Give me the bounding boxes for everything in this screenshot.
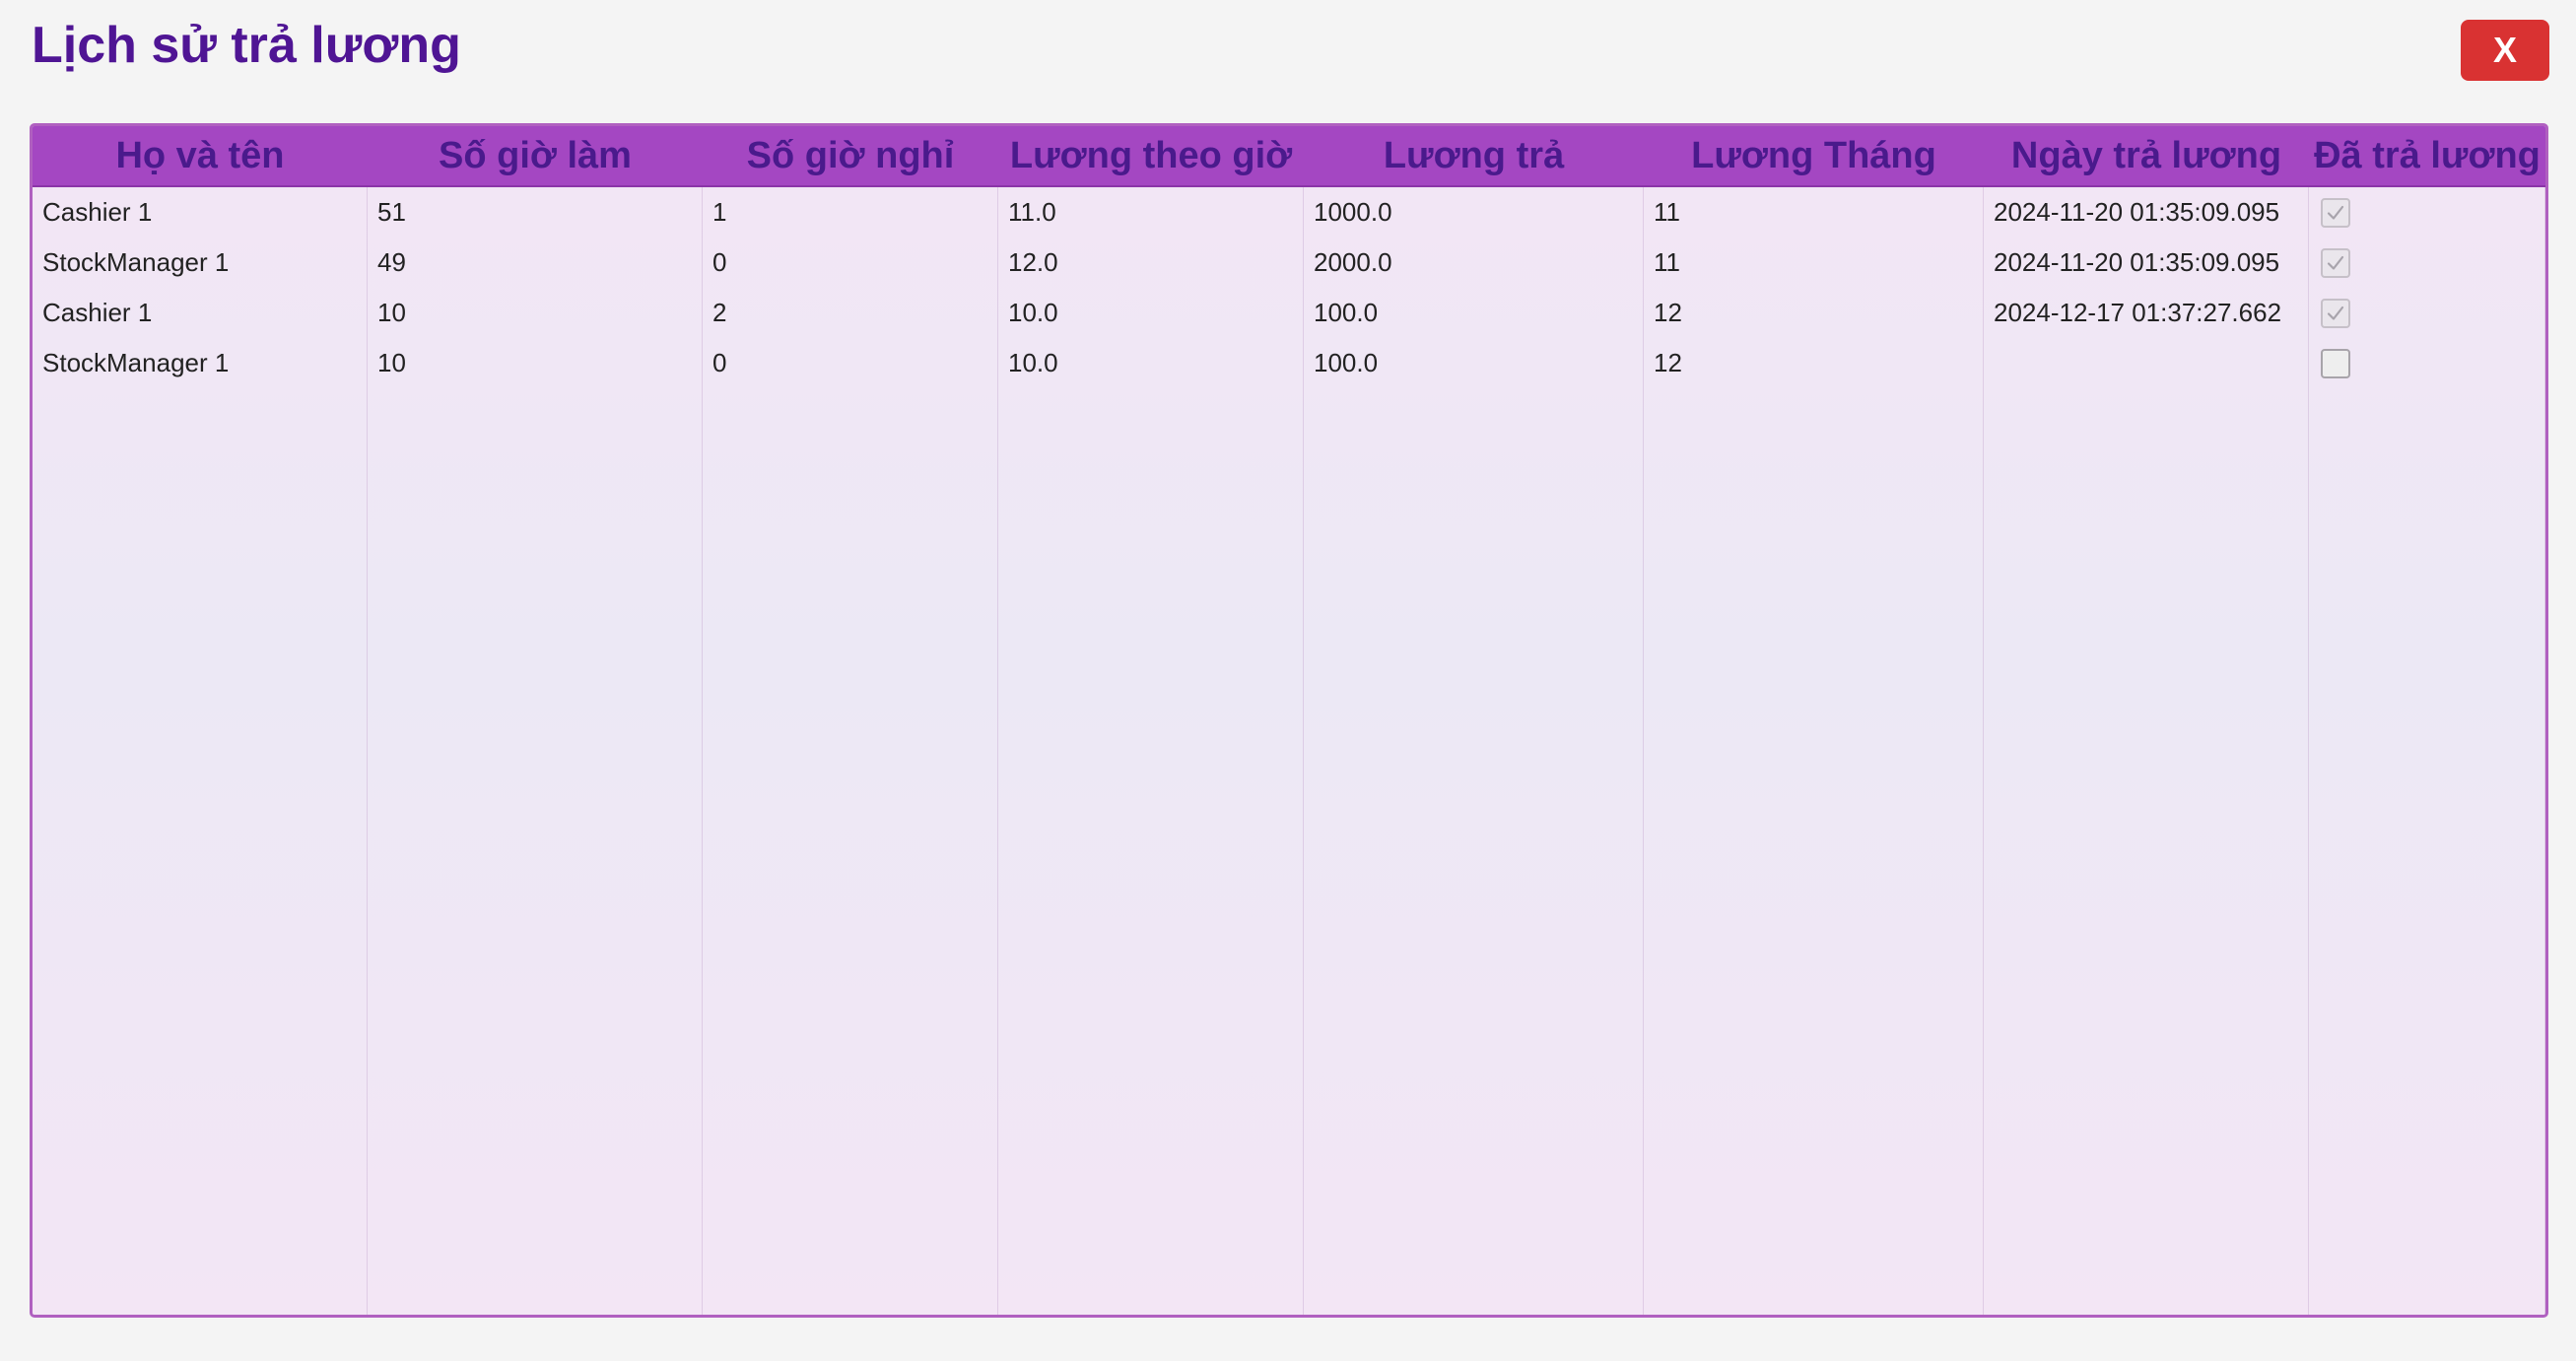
salary-history-table[interactable]: Họ và tên Số giờ làm Số giờ nghỉ Lương theo… bbox=[30, 123, 2548, 1318]
cell-paid bbox=[2309, 288, 2545, 338]
column-header-hours-off[interactable]: Số giờ nghỉ bbox=[703, 126, 998, 185]
close-icon: X bbox=[2492, 30, 2517, 70]
cell-hours-worked: 10 bbox=[377, 298, 406, 327]
table-row[interactable]: StockManager 1 49 0 12.0 2000.0 11 2024-11-20 … bbox=[33, 238, 2545, 288]
column-header-paid-wage[interactable]: Lương trả bbox=[1304, 126, 1644, 185]
cell-paid-wage: 2000.0 bbox=[1314, 247, 1392, 277]
cell-hours-worked: 51 bbox=[377, 197, 406, 227]
cell-pay-date: 2024-11-20 01:35:09.095 bbox=[1994, 197, 2280, 227]
page-title: Lịch sử trả lương bbox=[32, 17, 461, 74]
column-header-month[interactable]: Lương Tháng bbox=[1644, 126, 1984, 185]
cell-hours-off: 2 bbox=[712, 298, 727, 327]
cell-month: 11 bbox=[1654, 247, 1680, 277]
cell-hourly-wage: 11.0 bbox=[1008, 197, 1056, 227]
cell-name: Cashier 1 bbox=[42, 298, 153, 327]
checkmark-icon bbox=[2327, 205, 2344, 220]
cell-month: 12 bbox=[1654, 348, 1682, 377]
salary-history-window: Lịch sử trả lương X Họ và tên Số giờ làm S… bbox=[0, 0, 2576, 1361]
table-row[interactable]: Cashier 1 10 2 10.0 100.0 12 2024-12-17 01:37:… bbox=[33, 288, 2545, 338]
cell-pay-date bbox=[1984, 338, 2309, 388]
cell-name: Cashier 1 bbox=[42, 197, 153, 227]
checkmark-icon bbox=[2327, 306, 2344, 320]
checkmark-icon bbox=[2327, 255, 2344, 270]
cell-hours-worked: 49 bbox=[377, 247, 406, 277]
cell-hours-off: 0 bbox=[712, 348, 727, 377]
cell-month: 12 bbox=[1654, 298, 1682, 327]
cell-paid-wage: 100.0 bbox=[1314, 348, 1379, 377]
cell-paid bbox=[2309, 187, 2545, 238]
column-header-paid[interactable]: Đã trả lương bbox=[2309, 126, 2545, 185]
table-header: Họ và tên Số giờ làm Số giờ nghỉ Lương theo… bbox=[33, 126, 2545, 187]
cell-hours-off: 0 bbox=[712, 247, 727, 277]
paid-checkbox[interactable] bbox=[2321, 348, 2350, 378]
cell-pay-date: 2024-11-20 01:35:09.095 bbox=[1994, 247, 2280, 277]
paid-checkbox[interactable] bbox=[2321, 247, 2350, 278]
column-header-pay-date[interactable]: Ngày trả lương bbox=[1984, 126, 2309, 185]
cell-paid-wage: 100.0 bbox=[1314, 298, 1379, 327]
cell-hours-worked: 10 bbox=[377, 348, 406, 377]
cell-name: StockManager 1 bbox=[42, 247, 230, 277]
cell-name: StockManager 1 bbox=[42, 348, 230, 377]
column-header-hours-worked[interactable]: Số giờ làm bbox=[368, 126, 703, 185]
column-header-hourly-wage[interactable]: Lương theo giờ bbox=[998, 126, 1304, 185]
close-button[interactable]: X bbox=[2461, 20, 2549, 81]
cell-pay-date: 2024-12-17 01:37:27.662 bbox=[1994, 298, 2282, 327]
cell-hourly-wage: 10.0 bbox=[1008, 298, 1058, 327]
table-body: Cashier 1 51 1 11.0 1000.0 11 2024-11-20 01:35… bbox=[33, 187, 2545, 1315]
cell-hourly-wage: 10.0 bbox=[1008, 348, 1058, 377]
table-row[interactable]: Cashier 1 51 1 11.0 1000.0 11 2024-11-20 01:35… bbox=[33, 187, 2545, 238]
paid-checkbox[interactable] bbox=[2321, 197, 2350, 228]
cell-hours-off: 1 bbox=[712, 197, 727, 227]
paid-checkbox[interactable] bbox=[2321, 298, 2350, 328]
table-row[interactable]: StockManager 1 10 0 10.0 100.0 12 bbox=[33, 338, 2545, 388]
cell-paid bbox=[2309, 338, 2545, 388]
cell-month: 11 bbox=[1654, 197, 1680, 227]
cell-paid bbox=[2309, 238, 2545, 288]
cell-hourly-wage: 12.0 bbox=[1008, 247, 1058, 277]
column-header-name[interactable]: Họ và tên bbox=[33, 126, 368, 185]
cell-paid-wage: 1000.0 bbox=[1314, 197, 1392, 227]
